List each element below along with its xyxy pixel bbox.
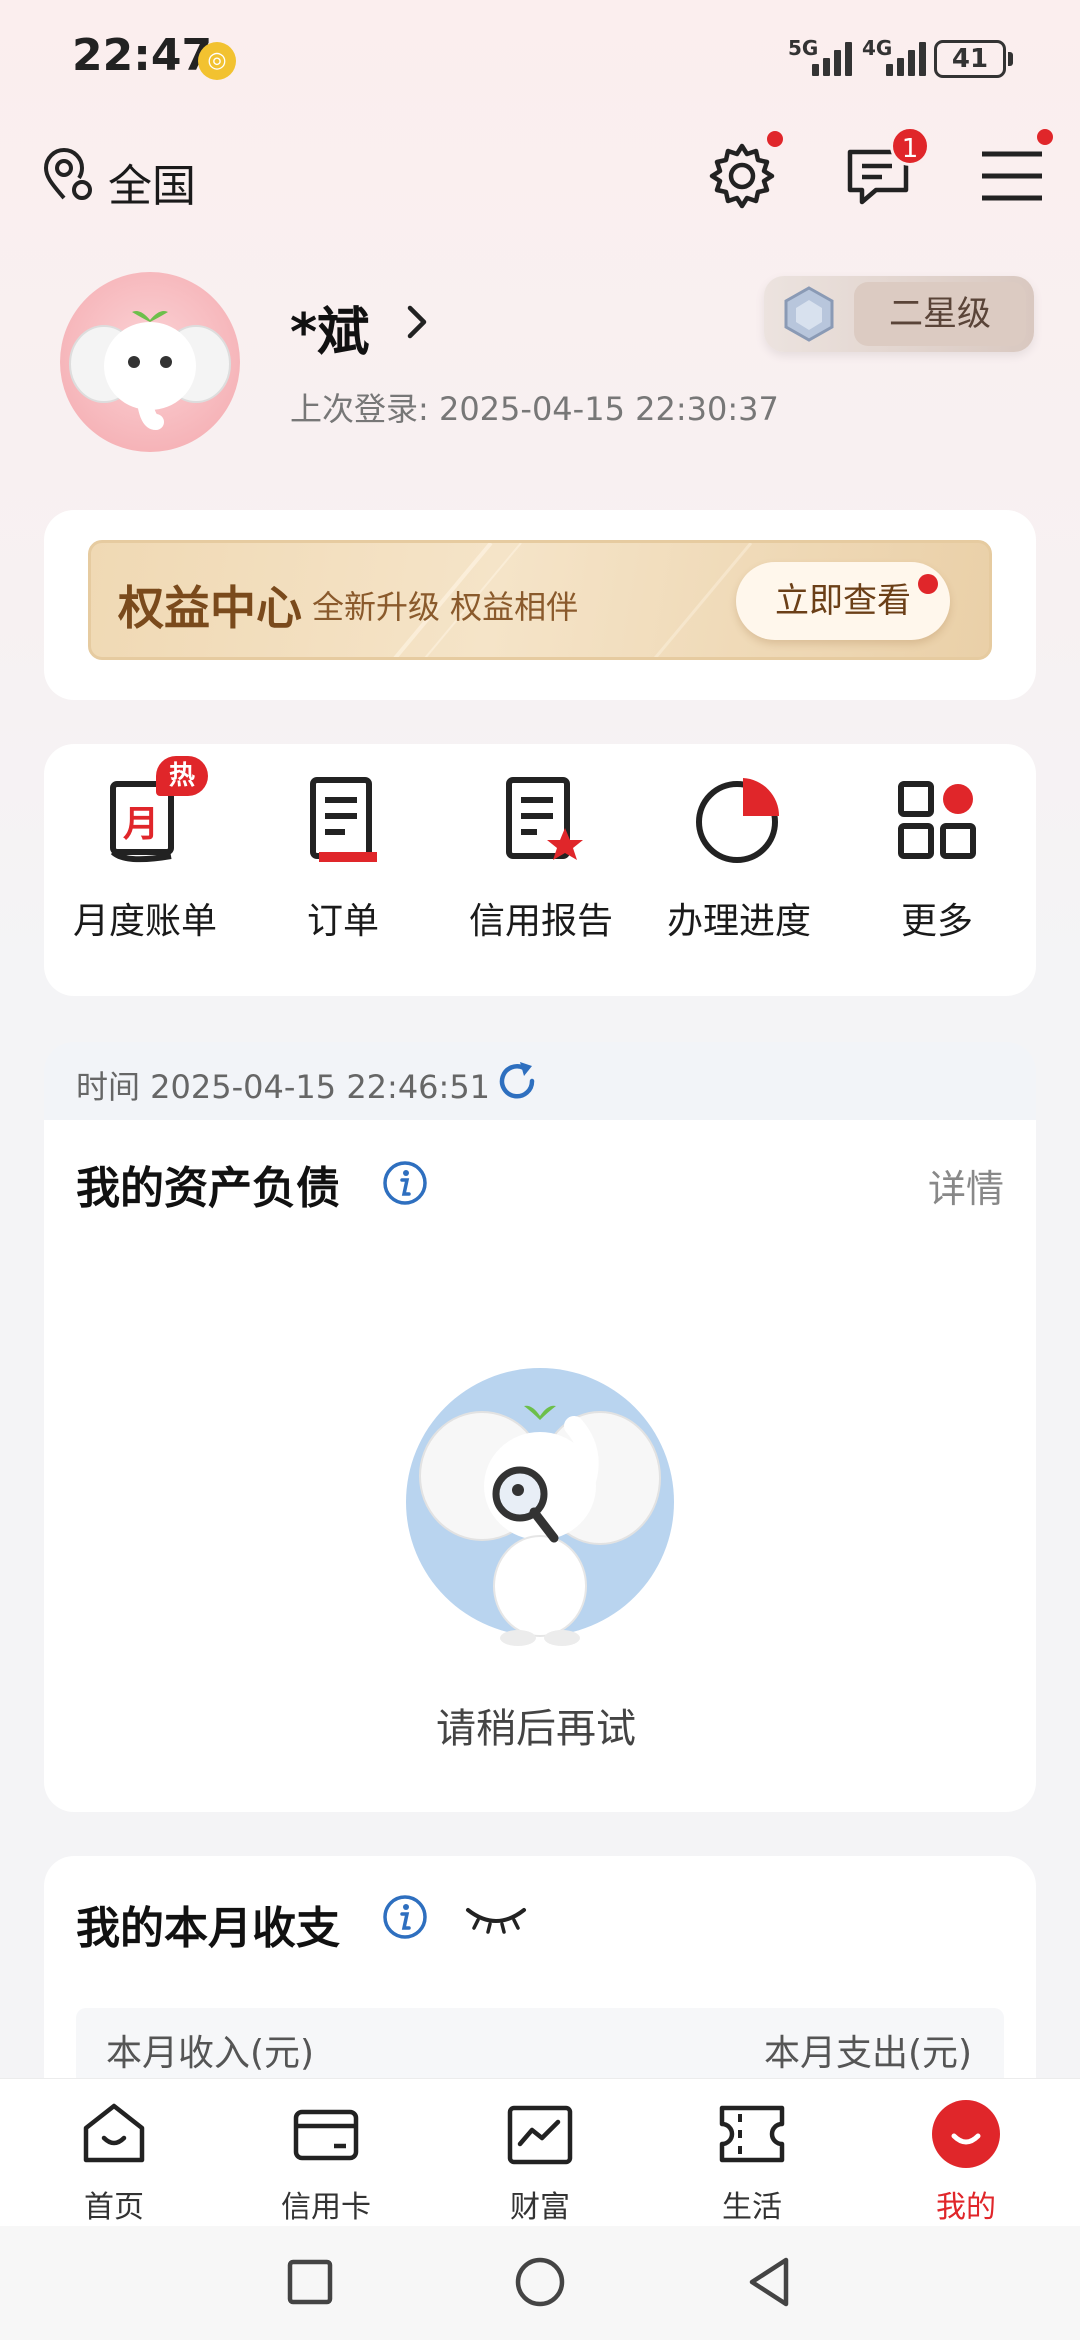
nav-credit-card[interactable]: 信用卡: [218, 2098, 434, 2226]
avatar[interactable]: [60, 272, 240, 452]
nav-label: 首页: [84, 2190, 144, 2225]
menu-notification-dot: [1034, 126, 1056, 148]
nav-wealth[interactable]: 财富: [432, 2098, 648, 2226]
month-char: 月: [123, 804, 159, 845]
signal-5g-icon: [812, 40, 862, 76]
monthly-expense-label: 本月支出(元): [764, 2033, 973, 2074]
monthly-income-label: 本月收入(元): [106, 2033, 315, 2074]
last-login-time: 上次登录: 2025-04-15 22:30:37: [290, 390, 779, 428]
rights-center-title: 权益中心: [118, 581, 302, 635]
rights-center-subtitle: 全新升级 权益相伴: [312, 588, 579, 626]
info-icon[interactable]: [382, 1894, 428, 1940]
nav-label: 我的: [936, 2190, 996, 2225]
recent-apps-icon[interactable]: [282, 2254, 338, 2310]
empty-state-text: 请稍后再试: [436, 1706, 636, 1752]
order-icon: [310, 777, 377, 862]
nav-life[interactable]: 生活: [644, 2098, 860, 2226]
refresh-icon[interactable]: [494, 1058, 540, 1104]
status-time: 22:47: [72, 30, 213, 81]
mine-icon: [932, 2100, 1000, 2168]
assets-detail-link[interactable]: 详情: [928, 1158, 1004, 1213]
life-ticket-icon: [719, 2105, 785, 2163]
nav-label: 财富: [510, 2190, 570, 2225]
elephant-mascot-icon: [69, 311, 231, 430]
member-level-badge[interactable]: 二星级: [764, 276, 1034, 352]
quick-item-label: 更多: [900, 901, 973, 942]
battery-icon: [1008, 52, 1013, 66]
view-now-button[interactable]: 立即查看: [736, 562, 950, 640]
hot-badge: 热: [156, 756, 208, 796]
quick-item-order[interactable]: 订单: [244, 770, 442, 944]
home-circle-icon[interactable]: [512, 2254, 568, 2310]
member-level-label: 二星级: [854, 282, 1026, 346]
user-name[interactable]: *斌: [290, 290, 369, 365]
more-grid-icon: [898, 781, 976, 859]
quick-item-label: 办理进度: [666, 901, 811, 942]
update-time: 时间 2025-04-15 22:46:51: [76, 1068, 491, 1106]
credit-report-icon: [506, 777, 583, 860]
empty-state-elephant-icon: [406, 1368, 674, 1646]
signal-4g-icon: [886, 40, 936, 76]
quick-item-more[interactable]: 更多: [838, 770, 1036, 944]
view-now-dot: [918, 574, 938, 594]
nav-label: 生活: [722, 2190, 782, 2225]
wealth-icon: [507, 2105, 573, 2165]
back-triangle-icon[interactable]: [742, 2254, 798, 2310]
monthly-title: 我的本月收支: [76, 1903, 340, 1954]
credit-card-icon: [293, 2109, 359, 2161]
level-shield-icon: [784, 286, 834, 342]
quick-item-label: 月度账单: [72, 901, 217, 942]
nav-label: 信用卡: [281, 2190, 371, 2225]
quick-item-label: 信用报告: [468, 901, 613, 942]
progress-icon: [696, 778, 780, 863]
nav-mine[interactable]: 我的: [858, 2098, 1074, 2226]
home-icon: [83, 2103, 145, 2163]
assets-title: 我的资产负债: [76, 1163, 340, 1214]
location-selector[interactable]: 全国: [108, 150, 196, 214]
quick-item-monthly-bill[interactable]: 月 月度账单: [46, 770, 244, 944]
quick-item-label: 订单: [306, 901, 379, 942]
quick-item-credit-report[interactable]: 信用报告: [442, 770, 640, 944]
battery-level: 41: [934, 40, 1006, 78]
eye-closed-icon[interactable]: [464, 1898, 528, 1938]
settings-gear-icon[interactable]: [706, 140, 778, 212]
settings-notification-dot: [764, 128, 786, 150]
location-pin-icon[interactable]: [40, 148, 96, 204]
chevron-right-icon[interactable]: [396, 300, 436, 344]
menu-icon[interactable]: [976, 140, 1048, 212]
message-count-badge: 1: [890, 126, 930, 166]
nav-home[interactable]: 首页: [6, 2098, 222, 2226]
coin-notification-icon: ◎: [198, 42, 236, 80]
info-icon[interactable]: [382, 1160, 428, 1206]
quick-item-progress[interactable]: 办理进度: [640, 770, 838, 944]
